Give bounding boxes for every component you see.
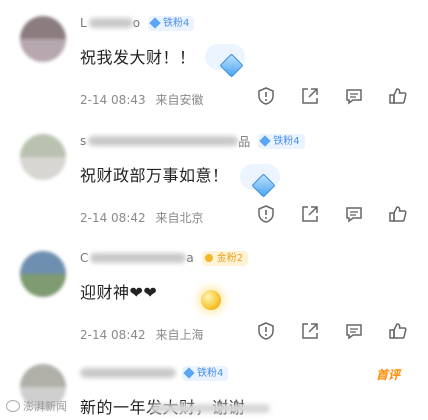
comment-icon[interactable]: [344, 204, 364, 224]
location: 来自上海: [155, 328, 204, 342]
like-icon[interactable]: [388, 321, 408, 341]
report-icon[interactable]: [256, 86, 276, 106]
diamond-sticker-icon: [251, 173, 276, 198]
comment-meta: 2-14 08:42 来自北京: [80, 209, 203, 226]
username[interactable]: s 品 铁粉4: [80, 132, 305, 150]
fan-badge[interactable]: 铁粉4: [182, 365, 229, 381]
fan-badge[interactable]: 铁粉4: [148, 15, 195, 31]
username[interactable]: C a 金粉2: [80, 249, 249, 267]
comment-icon[interactable]: [344, 86, 364, 106]
comment-meta: 2-14 08:42 来自上海: [80, 326, 203, 343]
comment-item: L o 铁粉4 祝我发大财！！ 2-14 08:43 来自安徽: [0, 0, 428, 112]
comment-item: s 品 铁粉4 祝财政部万事如意！ 2-14 08:42 来自北京: [0, 118, 428, 230]
comment-item: C a 金粉2 迎财神❤❤ 2-14 08:42 来自上海: [0, 235, 428, 347]
comment-text: 祝我发大财！！: [80, 48, 196, 67]
share-icon[interactable]: [300, 204, 320, 224]
fan-badge[interactable]: 铁粉4: [258, 133, 305, 149]
badge-icon: [259, 135, 271, 147]
share-icon[interactable]: [300, 86, 320, 106]
badge-icon: [183, 367, 195, 379]
timestamp: 2-14 08:43: [80, 93, 146, 107]
gold-coin-sticker-icon: [200, 289, 222, 311]
gold-fan-badge[interactable]: 金粉2: [201, 250, 249, 266]
badge-icon: [204, 254, 213, 262]
comment-text: 迎财神❤❤: [80, 283, 158, 302]
avatar[interactable]: [20, 134, 66, 180]
report-icon[interactable]: [256, 321, 276, 341]
username[interactable]: 铁粉4: [80, 364, 229, 382]
diamond-sticker-icon: [219, 53, 244, 78]
username[interactable]: L o 铁粉4: [80, 14, 195, 32]
timestamp: 2-14 08:42: [80, 211, 146, 225]
badge-icon: [149, 17, 161, 29]
avatar[interactable]: [20, 16, 66, 62]
location: 来自北京: [155, 211, 204, 225]
first-comment-badge: 首评: [376, 368, 401, 382]
like-icon[interactable]: [388, 86, 408, 106]
location: 来自安徽: [155, 93, 204, 107]
avatar[interactable]: [20, 251, 66, 297]
timestamp: 2-14 08:42: [80, 328, 146, 342]
watermark: 澎湃新闻: [6, 398, 67, 414]
like-icon[interactable]: [388, 204, 408, 224]
report-icon[interactable]: [256, 204, 276, 224]
watermark-logo-icon: [6, 400, 20, 412]
comment-meta: 2-14 08:43 来自安徽: [80, 91, 203, 108]
comment-text: 祝财政部万事如意！: [80, 166, 229, 185]
comment-icon[interactable]: [344, 321, 364, 341]
share-icon[interactable]: [300, 321, 320, 341]
